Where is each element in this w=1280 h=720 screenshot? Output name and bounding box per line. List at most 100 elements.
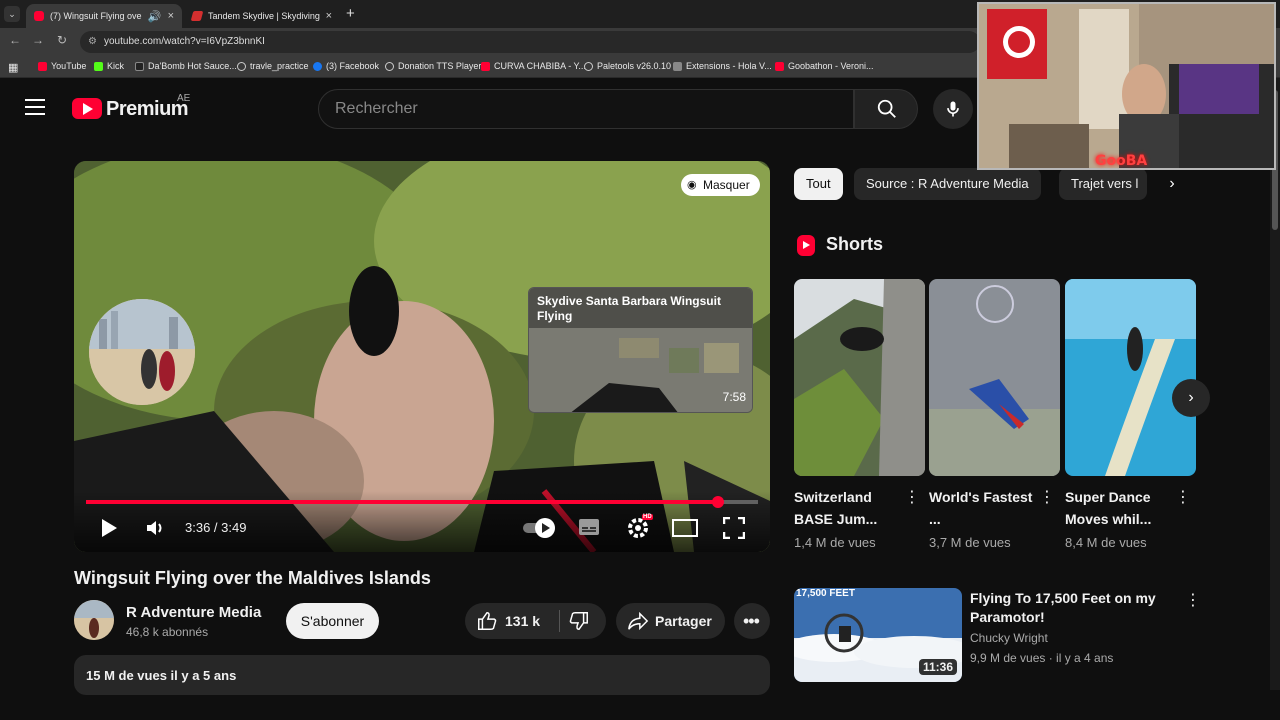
tab-search-button[interactable]: ⌄	[4, 6, 20, 22]
stream-overlay-text: GooBA	[1095, 153, 1148, 169]
dabomb-bookmark-icon	[135, 61, 144, 71]
webcam-feed	[979, 4, 1274, 168]
short-more-icon[interactable]: ⋮	[1039, 490, 1055, 506]
short-more-icon[interactable]: ⋮	[1175, 490, 1191, 506]
progress-bar[interactable]	[86, 496, 758, 508]
dislike-button[interactable]	[560, 603, 606, 639]
bookmark-donation[interactable]: Donation TTS Player	[385, 61, 481, 71]
short-views-2: 3,7 M de vues	[929, 535, 1011, 550]
bookmark-goobathon[interactable]: Goobathon - Veroni...	[775, 61, 874, 71]
bookmark-facebook[interactable]: (3) Facebook	[313, 61, 379, 71]
progress-played	[86, 500, 718, 504]
bookmark-extensions[interactable]: Extensions - Hola V...	[673, 61, 772, 71]
volume-button[interactable]	[145, 518, 165, 543]
short-title-2[interactable]: World's Fastest ...	[929, 486, 1039, 530]
tab-title: (7) Wingsuit Flying over the	[50, 11, 142, 21]
short-card-2[interactable]	[929, 279, 1060, 476]
youtube-favicon-icon	[34, 11, 44, 21]
subtitles-button[interactable]	[578, 518, 600, 541]
youtube-bookmark-icon	[38, 61, 47, 71]
search-button[interactable]	[854, 89, 918, 129]
autoplay-toggle[interactable]	[521, 517, 557, 544]
puzzle-bookmark-icon	[673, 61, 682, 71]
voice-search-button[interactable]	[933, 89, 973, 129]
settings-button[interactable]: HD	[626, 514, 653, 545]
like-dislike-group: 131 k	[465, 603, 606, 639]
short-more-icon[interactable]: ⋮	[904, 490, 920, 506]
globe-bookmark-icon	[237, 61, 246, 71]
short-card-1[interactable]	[794, 279, 925, 476]
chip-source[interactable]: Source : R Adventure Media	[854, 168, 1041, 200]
short-thumbnail	[794, 279, 925, 476]
back-button[interactable]: ←	[6, 33, 24, 47]
like-button[interactable]: 131 k	[465, 603, 559, 639]
chips-next-arrow-icon[interactable]: ›	[1160, 172, 1184, 196]
like-count: 131 k	[505, 613, 541, 629]
view-count-date: 15 M de vues il y a 5 ans	[86, 668, 237, 683]
channel-avatar[interactable]	[74, 600, 114, 640]
close-tab-icon[interactable]: ×	[326, 10, 332, 22]
autoplay-icon	[523, 518, 555, 538]
subscribe-button[interactable]: S'abonner	[286, 603, 379, 639]
close-tab-icon[interactable]: ×	[168, 10, 174, 22]
apps-icon[interactable]: ▦	[8, 61, 18, 74]
more-horizontal-icon: •••	[743, 611, 760, 631]
share-button[interactable]: Partager	[616, 603, 725, 639]
bookmark-youtube[interactable]: YouTube	[38, 61, 86, 71]
youtube-logo-icon[interactable]	[72, 98, 102, 119]
recommended-more-icon[interactable]: ⋮	[1185, 593, 1201, 609]
short-views-1: 1,4 M de vues	[794, 535, 876, 550]
progress-scrubber[interactable]	[711, 496, 724, 508]
bookmark-kick[interactable]: Kick	[94, 61, 124, 71]
search-input[interactable]: Rechercher	[318, 89, 854, 129]
hide-endcards-button[interactable]: ◉ Masquer	[681, 174, 760, 196]
bookmark-curva[interactable]: CURVA CHABIBA - Y...	[481, 61, 586, 71]
bookmark-dabomb[interactable]: Da'Bomb Hot Sauce...	[135, 61, 237, 71]
url-field[interactable]: ⚙ youtube.com/watch?v=I6VpZ3bnnKI	[80, 31, 980, 53]
play-button[interactable]	[100, 518, 118, 543]
thumbnail-caption: 17,500 FEET	[796, 588, 855, 599]
shorts-section-title: Shorts	[826, 234, 884, 254]
thumbs-down-icon	[569, 612, 588, 630]
webcam-overlay	[977, 2, 1276, 170]
channel-name[interactable]: R Adventure Media	[126, 604, 261, 621]
share-icon	[628, 611, 649, 631]
eye-off-icon: ◉	[687, 179, 697, 191]
short-title-3[interactable]: Super Dance Moves whil...	[1065, 486, 1175, 530]
url-text: youtube.com/watch?v=I6VpZ3bnnKI	[104, 36, 265, 47]
search-icon	[877, 99, 896, 118]
brand-label[interactable]: Premium	[106, 98, 189, 121]
endcard-duration: 7:58	[722, 390, 746, 404]
chip-all[interactable]: Tout	[794, 168, 843, 200]
new-tab-button[interactable]: +	[346, 5, 355, 22]
theater-mode-button[interactable]	[672, 519, 698, 542]
microphone-icon	[947, 101, 959, 117]
browser-tab-tandem[interactable]: Tandem Skydive | Skydiving Exp ×	[184, 4, 340, 28]
bookmark-travle[interactable]: travle_practice	[237, 61, 309, 71]
site-info-icon[interactable]: ⚙	[88, 31, 97, 53]
channel-watermark[interactable]	[89, 299, 195, 405]
more-actions-button[interactable]: •••	[734, 603, 770, 639]
short-thumbnail	[1065, 279, 1196, 476]
chip-trajet[interactable]: Trajet vers l	[1059, 168, 1147, 200]
youtube-bookmark-icon	[775, 61, 784, 71]
recommended-channel[interactable]: Chucky Wright	[970, 631, 1048, 645]
fullscreen-button[interactable]	[722, 516, 746, 544]
description-box[interactable]: 15 M de vues il y a 5 ans	[74, 655, 770, 695]
thumbs-up-icon	[478, 612, 497, 630]
bookmark-paletools[interactable]: Paletools v26.0.10	[584, 61, 671, 71]
forward-button[interactable]: →	[29, 33, 47, 47]
short-title-1[interactable]: Switzerland BASE Jum...	[794, 486, 904, 530]
theater-icon	[672, 519, 698, 537]
browser-tab-youtube[interactable]: (7) Wingsuit Flying over the 🔊 ×	[26, 4, 182, 28]
endcard-video[interactable]: Skydive Santa Barbara Wingsuit Flying 7:…	[528, 287, 753, 413]
reload-button[interactable]: ↻	[53, 33, 71, 47]
menu-icon[interactable]	[25, 99, 45, 120]
endcard-title: Skydive Santa Barbara Wingsuit Flying	[537, 294, 721, 323]
recommended-title[interactable]: Flying To 17,500 Feet on my Paramotor!	[970, 589, 1180, 627]
subtitles-icon	[579, 519, 599, 535]
short-card-3[interactable]	[1065, 279, 1196, 476]
facebook-bookmark-icon	[313, 61, 322, 71]
speaker-icon[interactable]: 🔊	[148, 10, 162, 23]
shorts-next-button[interactable]: ›	[1172, 379, 1210, 417]
